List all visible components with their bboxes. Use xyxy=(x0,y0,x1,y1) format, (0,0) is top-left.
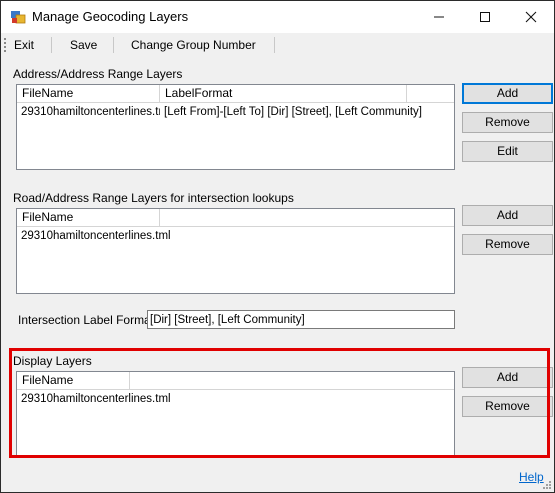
filename-cell: 29310hamiltoncenterlines.tml xyxy=(21,230,171,242)
close-button[interactable] xyxy=(508,1,554,33)
close-icon xyxy=(525,11,537,23)
address-layers-label: Address/Address Range Layers xyxy=(13,67,183,81)
menu-exit[interactable]: Exit xyxy=(14,38,34,52)
column-header-filler xyxy=(407,85,454,102)
address-edit-button[interactable]: Edit xyxy=(462,141,553,162)
menu-separator xyxy=(51,37,52,53)
list-item[interactable]: 29310hamiltoncenterlines.tml [Left From]… xyxy=(17,105,454,121)
maximize-icon xyxy=(480,12,490,22)
menu-change-group-number[interactable]: Change Group Number xyxy=(131,38,256,52)
labelformat-cell: [Left From]-[Left To] [Dir] [Street], [L… xyxy=(164,106,422,118)
display-layers-highlight xyxy=(9,348,550,458)
menu-separator xyxy=(113,37,114,53)
resize-grip-icon[interactable] xyxy=(541,479,551,489)
column-header-filename[interactable]: FileName xyxy=(17,85,160,102)
list-item[interactable]: 29310hamiltoncenterlines.tml xyxy=(17,229,454,245)
road-add-button[interactable]: Add xyxy=(462,205,553,226)
minimize-icon xyxy=(434,16,444,18)
maximize-button[interactable] xyxy=(462,1,508,33)
menu-separator xyxy=(274,37,275,53)
list-header: FileName LabelFormat xyxy=(17,85,454,103)
column-header-filler xyxy=(160,209,454,226)
app-window-icon xyxy=(11,11,26,24)
help-link[interactable]: Help xyxy=(519,470,544,484)
filename-cell: 29310hamiltoncenterlines.tml xyxy=(21,106,160,118)
menu-bar: Exit Save Change Group Number xyxy=(1,33,554,57)
road-remove-button[interactable]: Remove xyxy=(462,234,553,255)
window-title: Manage Geocoding Layers xyxy=(32,9,189,24)
menu-save[interactable]: Save xyxy=(70,38,97,52)
toolbar-grip xyxy=(4,38,8,52)
column-header-filename[interactable]: FileName xyxy=(17,209,160,226)
column-header-labelformat[interactable]: LabelFormat xyxy=(160,85,407,102)
minimize-button[interactable] xyxy=(416,1,462,33)
title-bar: Manage Geocoding Layers xyxy=(1,1,554,33)
intersection-label-format-input[interactable] xyxy=(147,310,455,329)
address-add-button[interactable]: Add xyxy=(462,83,553,104)
road-layers-label: Road/Address Range Layers for intersecti… xyxy=(13,191,294,205)
intersection-label-format-label: Intersection Label Format xyxy=(18,313,155,327)
address-remove-button[interactable]: Remove xyxy=(462,112,553,133)
list-header: FileName xyxy=(17,209,454,227)
address-layers-list[interactable]: FileName LabelFormat 29310hamiltoncenter… xyxy=(16,84,455,170)
road-layers-list[interactable]: FileName 29310hamiltoncenterlines.tml xyxy=(16,208,455,294)
manage-geocoding-layers-window: Manage Geocoding Layers Exit Save Change… xyxy=(0,0,555,493)
